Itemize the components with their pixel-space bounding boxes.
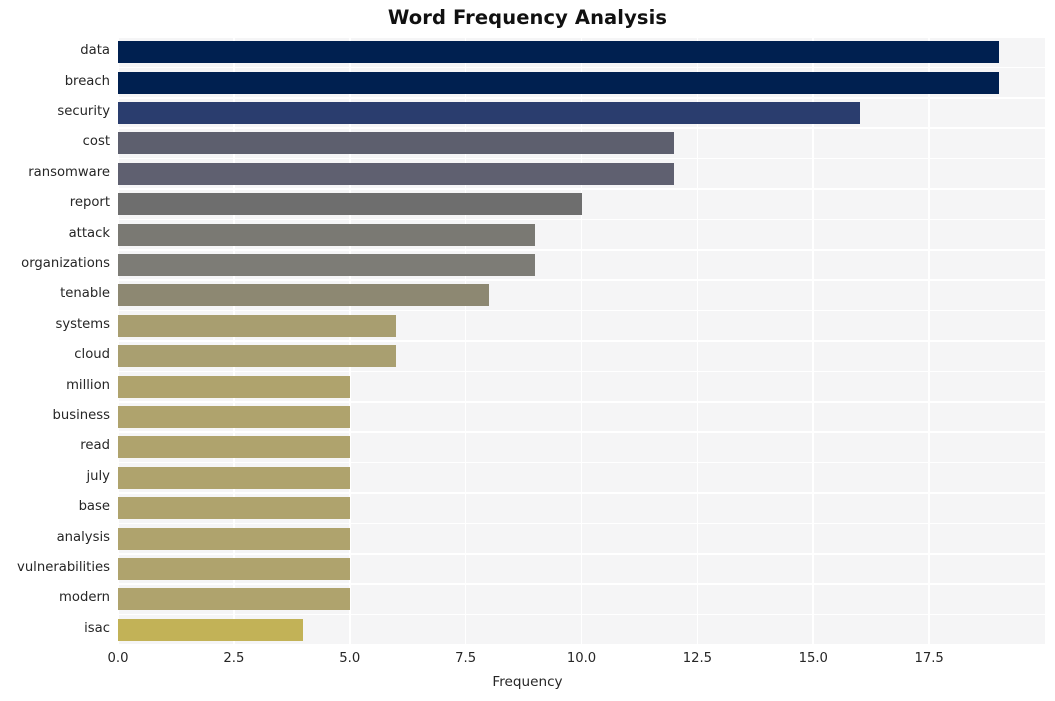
bar <box>118 102 860 124</box>
y-tick-label: data <box>80 43 110 59</box>
gridline-horizontal <box>118 522 1045 525</box>
y-tick-label: attack <box>68 225 110 241</box>
gridline-horizontal <box>118 66 1045 69</box>
y-tick-label: ransomware <box>28 164 110 180</box>
gridline-horizontal <box>118 370 1045 373</box>
x-axis-tick-labels: 0.0 2.5 5.0 7.5 10.0 12.5 15.0 17.5 <box>0 645 1055 675</box>
x-tick-label: 7.5 <box>455 651 477 666</box>
bar <box>118 406 350 428</box>
gridline-horizontal <box>118 431 1045 433</box>
gridline-horizontal <box>118 553 1045 555</box>
y-tick-label: july <box>86 468 111 484</box>
y-tick-label: modern <box>59 590 110 606</box>
x-tick-label: 10.0 <box>566 651 597 666</box>
y-tick-label: report <box>69 195 110 211</box>
y-tick-label: analysis <box>56 529 110 545</box>
y-tick-label: cloud <box>74 347 110 363</box>
y-tick-label: tenable <box>60 286 110 302</box>
x-tick-label: 12.5 <box>682 651 713 666</box>
bar <box>118 314 397 337</box>
gridline-horizontal <box>118 97 1045 99</box>
chart-figure: Word Frequency Analysis data breach securi… <box>0 0 1055 701</box>
x-tick-label: 0.0 <box>107 651 129 666</box>
bar <box>118 223 536 246</box>
x-tick-label: 15.0 <box>798 651 828 666</box>
chart-title: Word Frequency Analysis <box>387 6 668 29</box>
gridline-horizontal <box>118 188 1045 190</box>
bar <box>118 132 675 155</box>
gridline-horizontal <box>118 340 1045 342</box>
bar <box>118 497 350 520</box>
bar <box>118 345 397 368</box>
gridline-horizontal <box>118 249 1045 251</box>
gridline-horizontal <box>118 492 1045 494</box>
y-tick-label: isac <box>84 620 110 636</box>
y-tick-label: million <box>66 377 110 393</box>
bar <box>118 193 582 216</box>
y-tick-label: read <box>80 438 110 454</box>
gridline-horizontal <box>118 613 1045 616</box>
y-tick-label: breach <box>64 73 110 89</box>
bar <box>118 284 489 307</box>
bar <box>118 375 350 398</box>
y-axis-tick-labels: data breach security cost ransomware report at… <box>0 37 118 645</box>
bar <box>118 254 536 276</box>
gridline-horizontal <box>118 279 1045 281</box>
bar <box>118 588 350 611</box>
bar <box>118 41 999 64</box>
x-tick-label: 2.5 <box>223 651 245 666</box>
bar <box>118 436 350 459</box>
bar <box>118 466 350 489</box>
gridline-horizontal <box>118 218 1045 221</box>
y-tick-label: cost <box>82 134 110 150</box>
x-axis-label: Frequency <box>492 674 563 690</box>
y-tick-label: business <box>52 408 110 423</box>
y-tick-label: systems <box>55 316 110 332</box>
y-tick-label: security <box>57 104 110 119</box>
bar <box>118 618 304 641</box>
gridline-horizontal <box>118 583 1045 585</box>
x-tick-label: 17.5 <box>914 651 944 666</box>
y-tick-label: base <box>78 499 110 515</box>
gridline-horizontal <box>118 37 1045 38</box>
gridline-horizontal <box>118 309 1045 312</box>
plot-area <box>118 37 1045 645</box>
gridline-horizontal <box>118 157 1045 160</box>
gridline-horizontal <box>118 461 1045 464</box>
bar <box>118 162 675 185</box>
bar <box>118 558 350 580</box>
gridline-horizontal <box>118 127 1045 129</box>
x-tick-label: 5.0 <box>339 651 361 666</box>
y-tick-label: organizations <box>21 256 110 271</box>
bar <box>118 71 999 94</box>
y-tick-label: vulnerabilities <box>17 560 110 575</box>
gridline-horizontal <box>118 401 1045 403</box>
bar <box>118 527 350 550</box>
